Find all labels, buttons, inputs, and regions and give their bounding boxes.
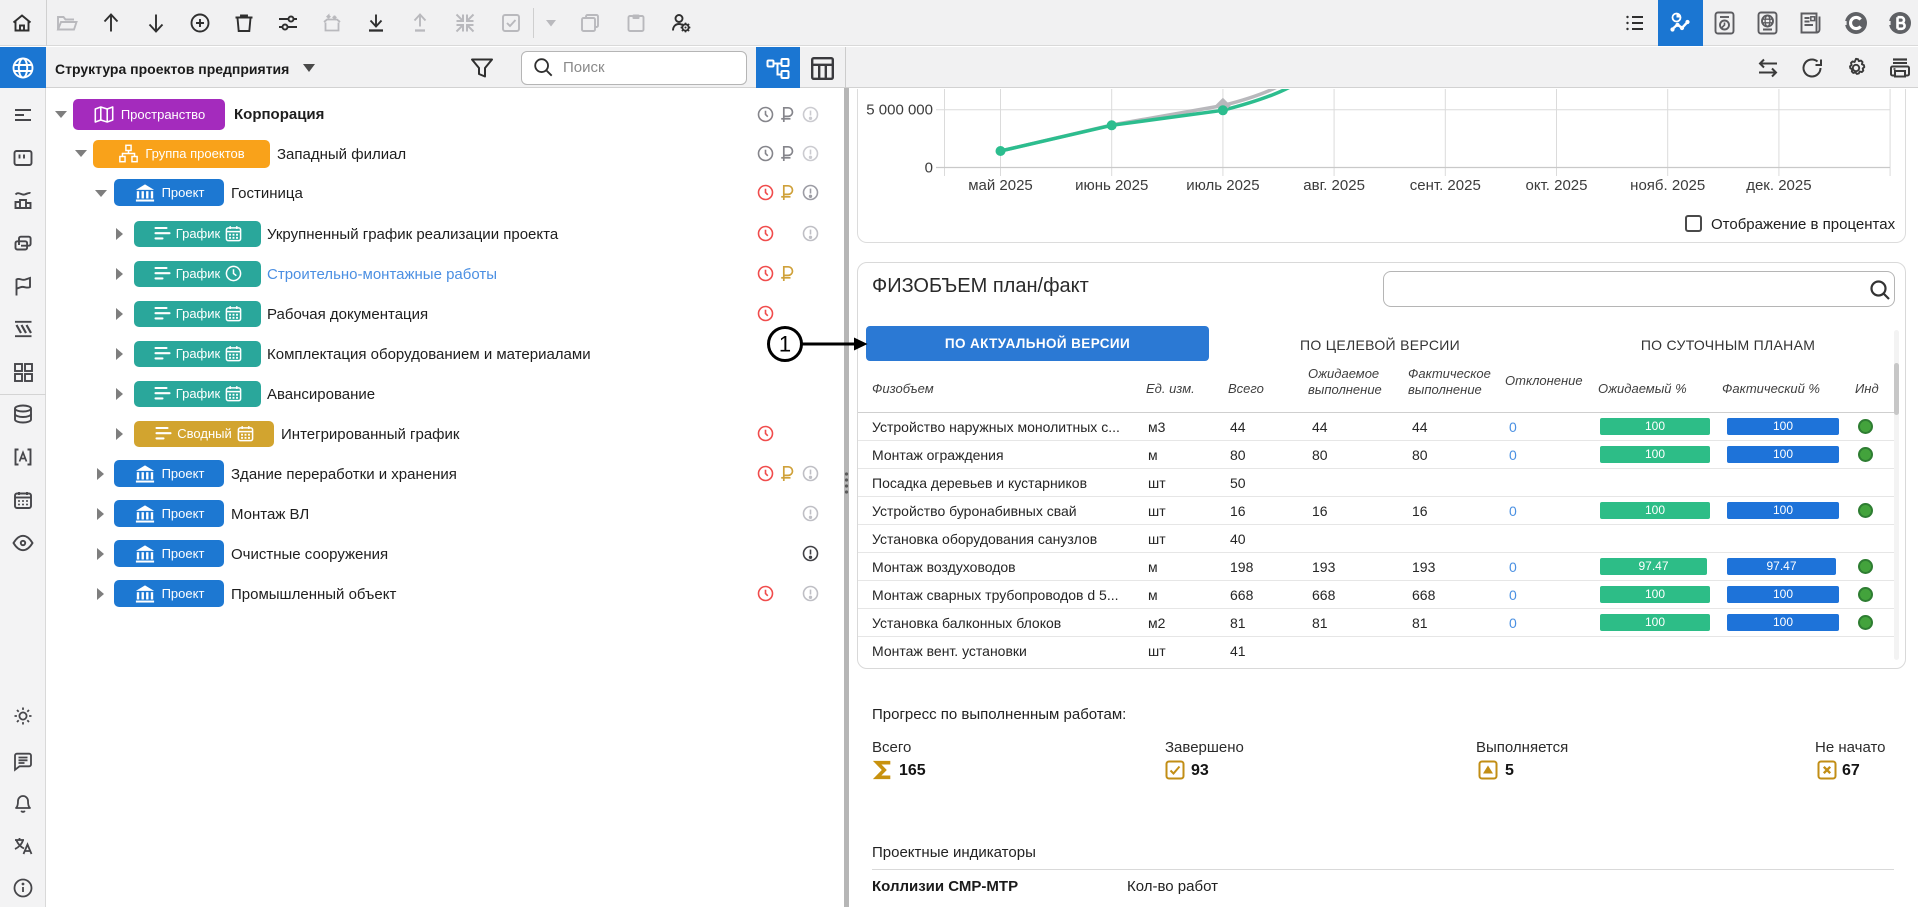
svg-text:1: 1: [779, 332, 791, 357]
svg-text:июнь 2025: июнь 2025: [1075, 177, 1148, 194]
svg-text:сент. 2025: сент. 2025: [1410, 177, 1481, 194]
svg-text:июль 2025: июль 2025: [1186, 177, 1259, 194]
svg-text:май 2025: май 2025: [968, 177, 1033, 194]
svg-text:авг. 2025: авг. 2025: [1303, 177, 1365, 194]
svg-text:0: 0: [925, 160, 933, 177]
svg-text:дек. 2025: дек. 2025: [1746, 177, 1811, 194]
svg-text:окт. 2025: окт. 2025: [1526, 177, 1588, 194]
svg-text:5 000 000: 5 000 000: [866, 102, 933, 119]
svg-text:нояб. 2025: нояб. 2025: [1630, 177, 1705, 194]
